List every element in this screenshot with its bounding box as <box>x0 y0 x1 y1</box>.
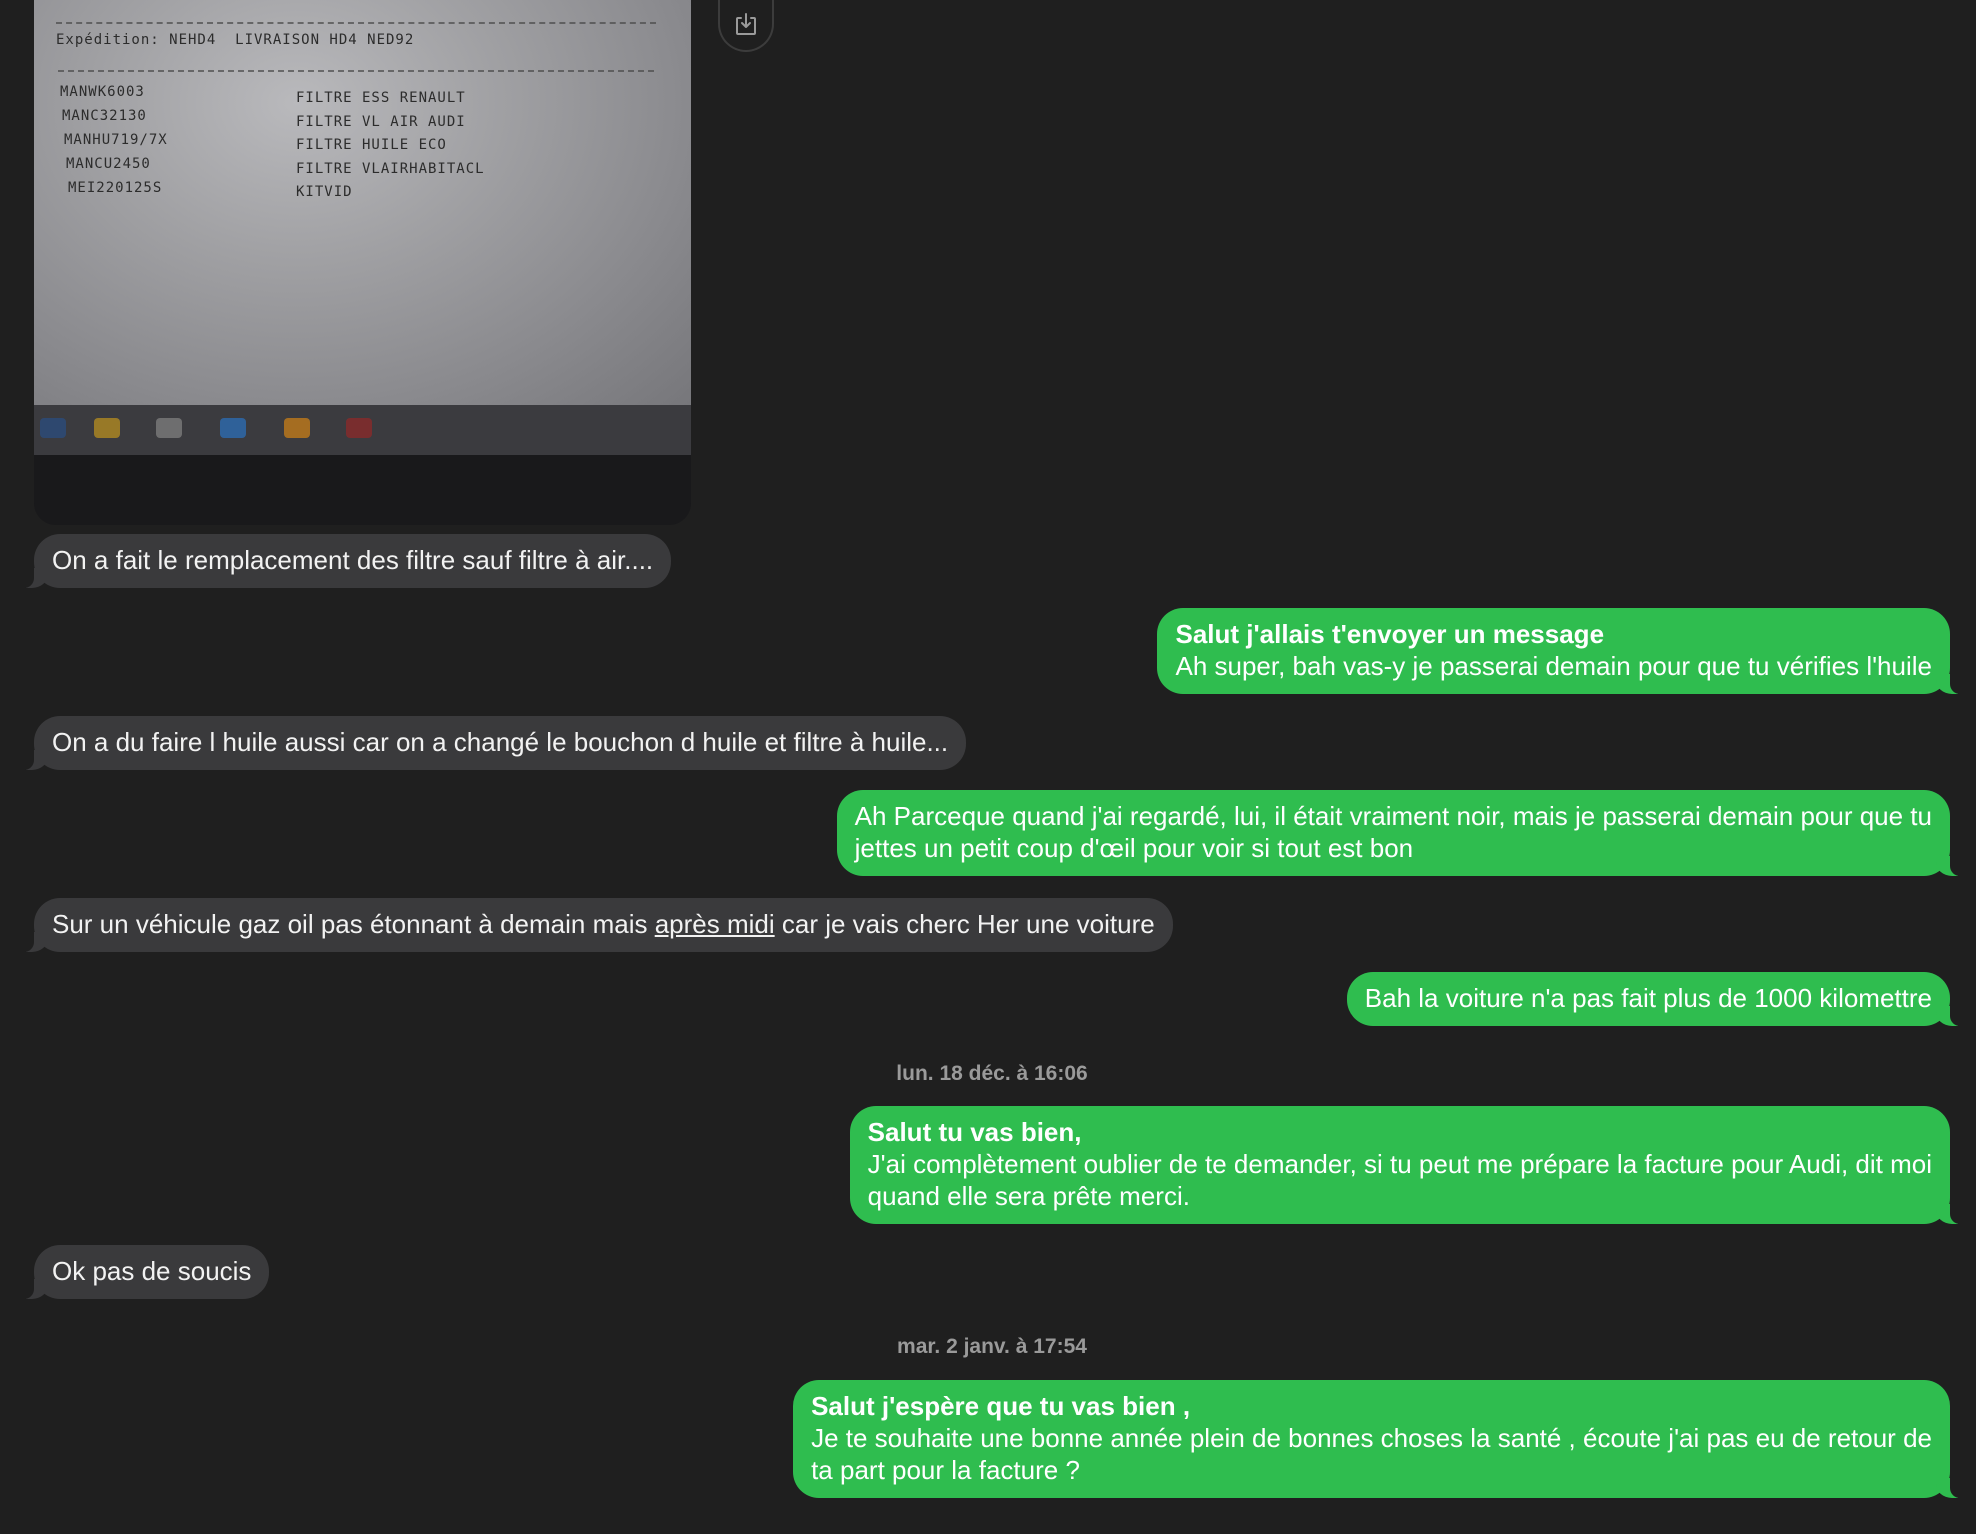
sent-message[interactable]: Ah Parceque quand j'ai regardé, lui, il … <box>836 790 1971 876</box>
photo-row-desc: FILTRE VL AIR AUDI <box>296 114 466 130</box>
received-message[interactable]: Sur un véhicule gaz oil pas étonnant à d… <box>14 898 1173 952</box>
received-message[interactable]: Ok pas de soucis <box>13 1245 270 1299</box>
message-text-line: Ah Parceque quand j'ai regardé, lui, il … <box>854 801 1932 831</box>
message-text-line: jettes un petit coup d'œil pour voir si … <box>854 833 1414 863</box>
sent-message[interactable]: Bah la voiture n'a pas fait plus de 1000… <box>1346 972 1971 1026</box>
received-message[interactable]: On a du faire l huile aussi car on a cha… <box>13 716 967 770</box>
message-text: Ah super, bah vas-y je passerai demain p… <box>1175 651 1932 681</box>
message-text: Sur un véhicule gaz oil pas étonnant à d… <box>52 909 655 939</box>
photo-row-code: MANHU719/7X <box>64 132 168 148</box>
message-thread: Expédition: NEHD4 LIVRAISON HD4 NED92 MA… <box>0 0 1976 1534</box>
message-text: On a du faire l huile aussi car on a cha… <box>52 727 949 757</box>
photo-dashed-rule <box>58 70 654 72</box>
message-text: car je vais cherc Her une voiture <box>774 909 1155 939</box>
sent-message[interactable]: Salut tu vas bien, J'ai complètement oub… <box>849 1106 1971 1224</box>
date-link[interactable]: après midi <box>655 909 775 939</box>
sent-message[interactable]: Salut j'allais t'envoyer un message Ah s… <box>1157 608 1970 694</box>
photo-screen <box>34 0 691 412</box>
message-text: On a fait le remplacement des filtre sau… <box>52 545 654 575</box>
photo-taskbar-icon <box>220 418 246 438</box>
image-attachment[interactable]: Expédition: NEHD4 LIVRAISON HD4 NED92 MA… <box>34 0 691 525</box>
photo-header-text: Expédition: NEHD4 LIVRAISON HD4 NED92 <box>56 32 415 48</box>
photo-row-desc: FILTRE HUILE ECO <box>296 137 447 153</box>
photo-bezel <box>34 455 691 525</box>
photo-taskbar-icon <box>346 418 372 438</box>
photo-row-code: MEI220125S <box>68 180 163 196</box>
photo-row-code: MANWK6003 <box>60 84 145 100</box>
message-text: Ok pas de soucis <box>52 1256 252 1286</box>
download-button[interactable] <box>718 0 774 52</box>
message-title: Salut tu vas bien, <box>867 1117 1082 1147</box>
received-message[interactable]: On a fait le remplacement des filtre sau… <box>13 534 672 588</box>
photo-taskbar-icon <box>40 418 66 438</box>
timestamp: mar. 2 janv. à 17:54 <box>897 1335 1087 1358</box>
sent-message[interactable]: Salut j'espère que tu vas bien , Je te s… <box>793 1380 1970 1498</box>
message-text: Bah la voiture n'a pas fait plus de 1000… <box>1364 983 1932 1013</box>
photo-taskbar-icon <box>94 418 120 438</box>
photo-row-desc: KITVID <box>296 184 353 200</box>
timestamp: lun. 18 déc. à 16:06 <box>896 1062 1088 1085</box>
photo-taskbar-icon <box>284 418 310 438</box>
photo-dashed-rule <box>56 22 656 24</box>
message-text-line: J'ai complètement oublier de te demander… <box>867 1149 1932 1179</box>
message-title: Salut j'allais t'envoyer un message <box>1175 619 1605 649</box>
download-icon <box>736 13 756 35</box>
message-title: Salut j'espère que tu vas bien , <box>811 1391 1191 1421</box>
message-text-line: ta part pour la facture ? <box>811 1455 1080 1485</box>
message-text-line: quand elle sera prête merci. <box>867 1181 1190 1211</box>
photo-row-desc: FILTRE ESS RENAULT <box>296 90 466 106</box>
photo-row-code: MANCU2450 <box>66 156 151 172</box>
photo-row-desc: FILTRE VLAIRHABITACL <box>296 161 485 177</box>
photo-taskbar-icon <box>156 418 182 438</box>
message-text-line: Je te souhaite une bonne année plein de … <box>811 1423 1932 1453</box>
photo-row-code: MANC32130 <box>62 108 147 124</box>
